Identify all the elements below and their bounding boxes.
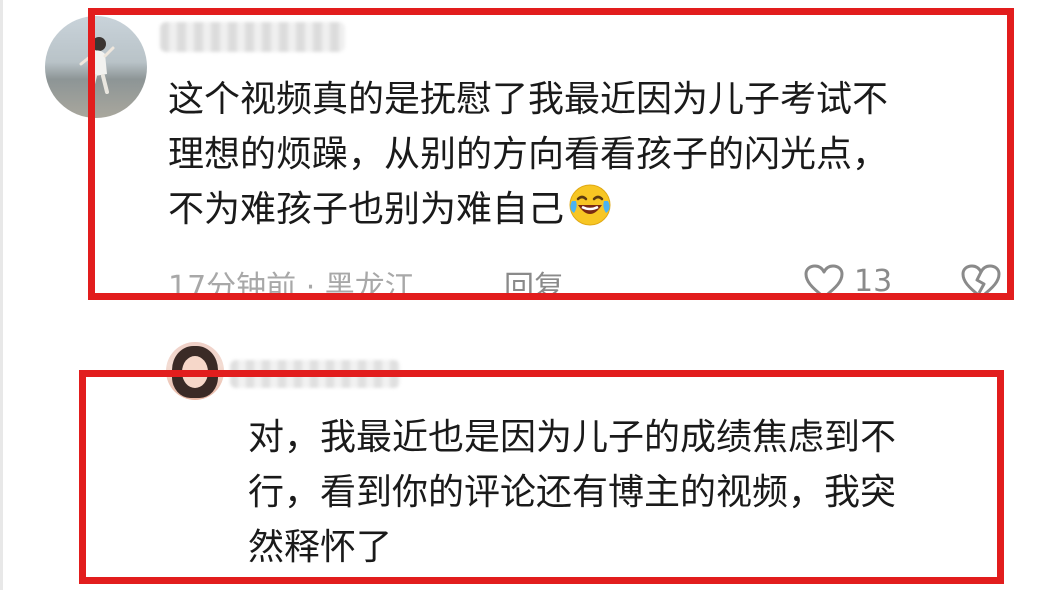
highlight-box-reply: [79, 370, 1004, 584]
left-edge-divider: [0, 0, 3, 590]
highlight-box-comment: [88, 8, 1014, 300]
